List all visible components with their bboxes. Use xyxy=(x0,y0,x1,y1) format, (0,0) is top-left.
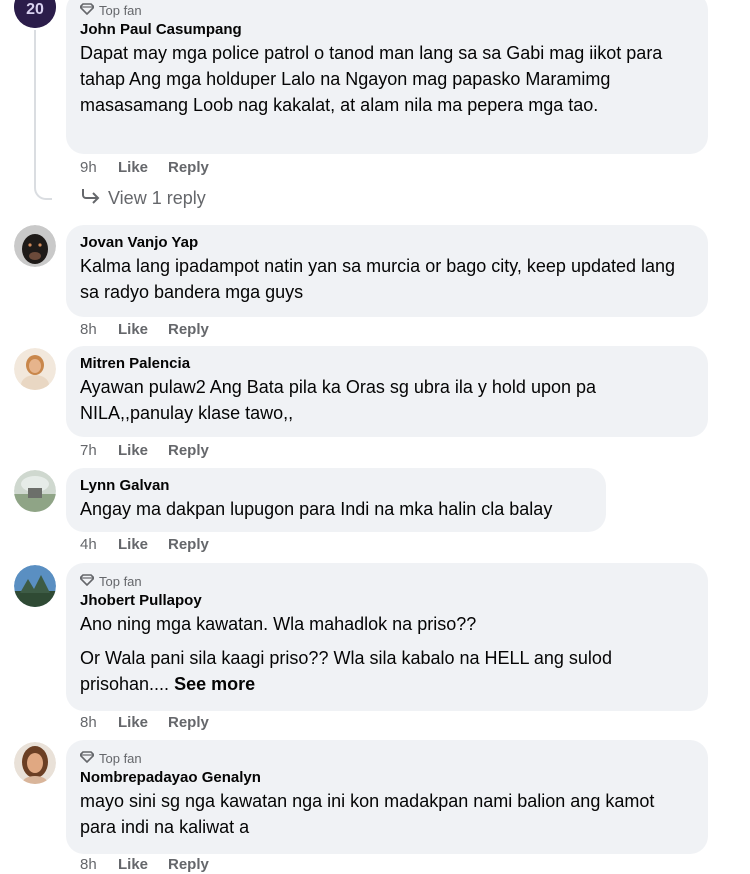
reply-button[interactable]: Reply xyxy=(168,442,209,459)
diamond-icon xyxy=(79,750,95,766)
see-more-link[interactable]: See more xyxy=(174,674,255,694)
comment-time[interactable]: 8h xyxy=(80,321,118,338)
comment-time[interactable]: 8h xyxy=(80,856,118,873)
comment-author[interactable]: Jovan Vanjo Yap xyxy=(80,233,694,253)
badge-label: Top fan xyxy=(99,573,142,589)
top-fan-badge: Top fan xyxy=(79,573,694,589)
like-button[interactable]: Like xyxy=(118,536,168,553)
comment-bubble: Top fan John Paul Casumpang Dapat may mg… xyxy=(66,0,708,154)
comment-text: mayo sini sg nga kawatan nga ini kon mad… xyxy=(80,791,655,837)
badge-label: Top fan xyxy=(99,2,142,18)
like-button[interactable]: Like xyxy=(118,321,168,338)
reply-button[interactable]: Reply xyxy=(168,321,209,338)
diamond-icon xyxy=(79,573,95,589)
top-fan-badge: Top fan xyxy=(79,2,694,18)
reply-arrow-icon xyxy=(80,188,100,209)
reply-button[interactable]: Reply xyxy=(168,714,209,731)
comment-text: Angay ma dakpan lupugon para Indi na mka… xyxy=(80,499,553,519)
top-fan-badge: Top fan xyxy=(79,750,694,766)
reply-button[interactable]: Reply xyxy=(168,159,209,176)
comment-bubble: Top fan Nombrepadayao Genalyn mayo sini … xyxy=(66,740,708,854)
avatar[interactable] xyxy=(14,225,56,267)
like-button[interactable]: Like xyxy=(118,442,168,459)
badge-label: Top fan xyxy=(99,750,142,766)
avatar[interactable]: 20 xyxy=(14,0,56,28)
comment-author[interactable]: Mitren Palencia xyxy=(80,354,694,374)
view-replies-label: View 1 reply xyxy=(108,188,206,208)
comment-author[interactable]: John Paul Casumpang xyxy=(80,20,694,40)
like-button[interactable]: Like xyxy=(118,159,168,176)
comment-text: Dapat may mga police patrol o tanod man … xyxy=(80,43,663,115)
reply-button[interactable]: Reply xyxy=(168,536,209,553)
comment-actions: 9h Like Reply xyxy=(80,157,209,177)
avatar[interactable] xyxy=(14,742,56,784)
comment-text-continued: Or Wala pani sila kaagi priso?? Wla sila… xyxy=(80,648,612,694)
comment-author[interactable]: Jhobert Pullapoy xyxy=(80,591,694,611)
comment-text: Ayawan pulaw2 Ang Bata pila ka Oras sg u… xyxy=(80,377,597,423)
comment-bubble: Top fan Jhobert Pullapoy Ano ning mga ka… xyxy=(66,563,708,711)
comment-author[interactable]: Lynn Galvan xyxy=(80,476,592,496)
avatar[interactable] xyxy=(14,348,56,390)
comment-actions: 8h Like Reply xyxy=(80,712,209,732)
comment-text: Kalma lang ipadampot natin yan sa murcia… xyxy=(80,256,676,302)
comment-time[interactable]: 9h xyxy=(80,159,118,176)
comment-actions: 8h Like Reply xyxy=(80,854,209,874)
comment-actions: 7h Like Reply xyxy=(80,440,209,460)
comment-time[interactable]: 7h xyxy=(80,442,118,459)
like-button[interactable]: Like xyxy=(118,856,168,873)
diamond-icon xyxy=(79,2,95,18)
comment-text: Ano ning mga kawatan. Wla mahadlok na pr… xyxy=(80,614,477,634)
comment-bubble: Jovan Vanjo Yap Kalma lang ipadampot nat… xyxy=(66,225,708,317)
avatar[interactable] xyxy=(14,565,56,607)
comment-bubble: Lynn Galvan Angay ma dakpan lupugon para… xyxy=(66,468,606,532)
comment-actions: 8h Like Reply xyxy=(80,319,209,339)
view-replies-button[interactable]: View 1 reply xyxy=(80,188,206,209)
comment-bubble: Mitren Palencia Ayawan pulaw2 Ang Bata p… xyxy=(66,346,708,437)
comment-text: Or Wala pani sila kaagi priso?? Wla sila… xyxy=(80,645,694,697)
reply-button[interactable]: Reply xyxy=(168,856,209,873)
comment-actions: 4h Like Reply xyxy=(80,534,209,554)
avatar[interactable] xyxy=(14,470,56,512)
comment-time[interactable]: 8h xyxy=(80,714,118,731)
comment-author[interactable]: Nombrepadayao Genalyn xyxy=(80,768,694,788)
like-button[interactable]: Like xyxy=(118,714,168,731)
comment-time[interactable]: 4h xyxy=(80,536,118,553)
avatar-text: 20 xyxy=(26,1,44,18)
reply-thread-line xyxy=(34,30,52,200)
